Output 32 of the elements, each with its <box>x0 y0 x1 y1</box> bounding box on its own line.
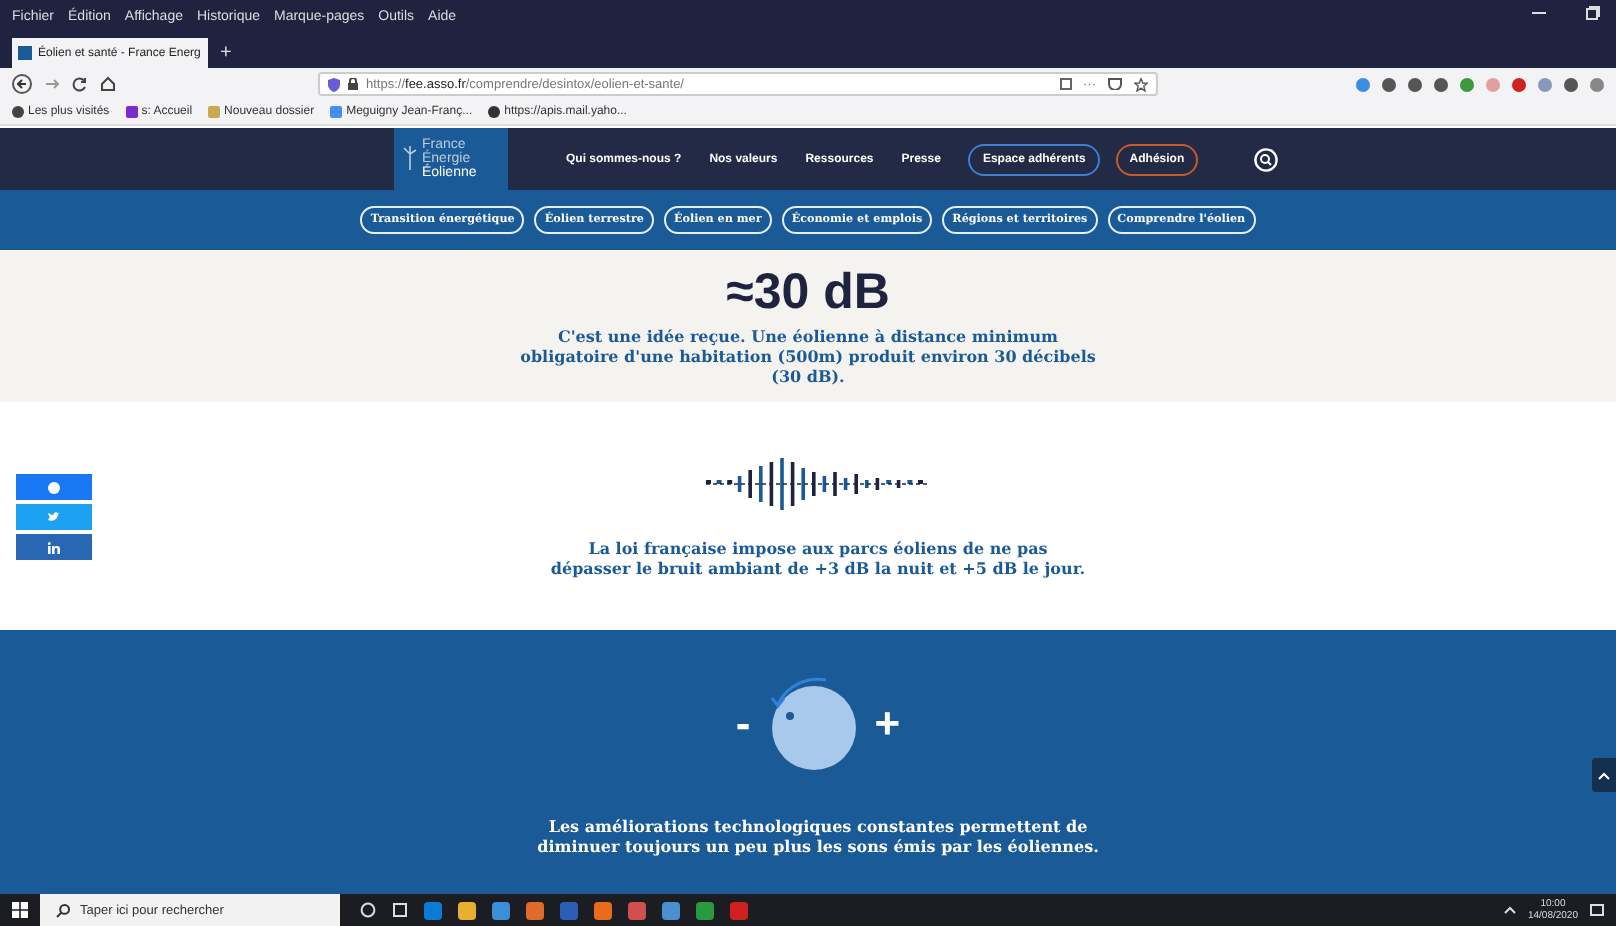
restore-icon[interactable] <box>1586 6 1600 20</box>
body-text: C'est une idée reçue. Une éolienne à distance minimum obligatoire d'une habitation (500m) produit environ 30 décibels (30 dB). <box>518 326 1098 386</box>
task-view-icon[interactable] <box>392 902 408 918</box>
lock-icon <box>348 78 358 90</box>
body-text: Les améliorations technologiques constantes permettent de diminuer toujours un peu plus les sons émis par les éoliennes. <box>535 815 1101 855</box>
shield-icon <box>328 77 340 91</box>
tray-chevron-icon[interactable] <box>1503 906 1516 914</box>
new-tab-button[interactable]: + <box>220 42 232 64</box>
minimize-icon[interactable] <box>1532 6 1546 20</box>
pocket-icon[interactable] <box>1108 78 1122 90</box>
facebook-share-button[interactable] <box>16 474 92 500</box>
forward-icon[interactable] <box>44 76 60 92</box>
search-icon <box>56 903 70 917</box>
minus-sign: - <box>735 697 751 749</box>
back-icon[interactable] <box>12 74 32 94</box>
linkedin-icon <box>48 541 60 553</box>
reload-icon[interactable] <box>72 76 88 92</box>
reader-view-icon[interactable] <box>1059 78 1071 90</box>
plus-sign: + <box>874 697 901 749</box>
volume-knob-drawing <box>766 675 859 771</box>
star-icon[interactable] <box>1134 77 1148 91</box>
linkedin-share-button[interactable] <box>16 534 92 560</box>
twitter-share-button[interactable] <box>16 504 92 530</box>
body-text: La loi française impose aux parcs éoliens de ne pas dépasser le bruit ambiant de +3 dB la nuit et +5 dB le jour. <box>550 538 1086 578</box>
notification-icon[interactable] <box>1590 903 1604 917</box>
headline-stat: ≈30 dB <box>726 266 890 318</box>
bird-icon <box>48 512 60 522</box>
favicon-icon <box>18 46 32 60</box>
scroll-top-button[interactable] <box>1592 758 1616 792</box>
home-icon[interactable] <box>100 76 116 92</box>
search-icon[interactable] <box>1254 147 1279 171</box>
chevron-up-icon <box>1598 771 1610 779</box>
